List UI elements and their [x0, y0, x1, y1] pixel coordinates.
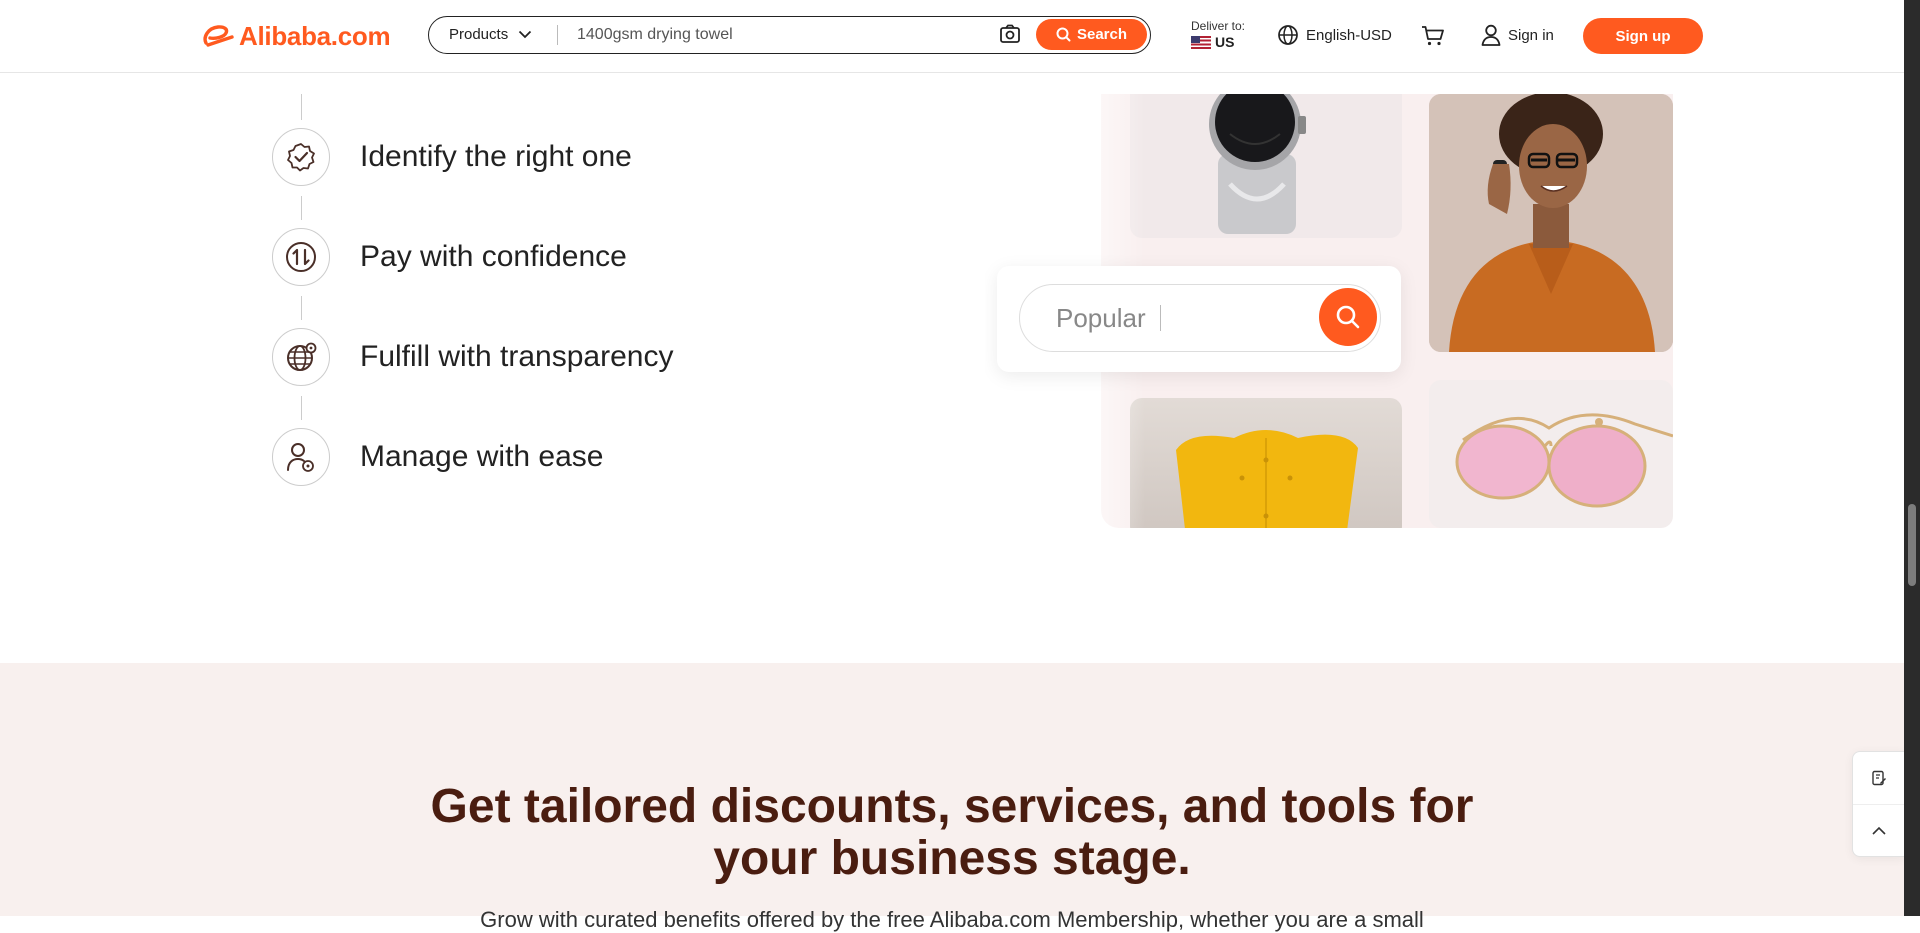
- section-subtext: Grow with curated benefits offered by th…: [480, 907, 1424, 932]
- timeline-line: [301, 94, 302, 120]
- cart-icon[interactable]: [1421, 25, 1445, 47]
- scrollbar-thumb[interactable]: [1908, 504, 1916, 586]
- exchange-icon: [272, 228, 330, 286]
- headline-line-2: your business stage.: [713, 832, 1191, 885]
- woman-on-phone-image: [1429, 94, 1673, 352]
- products-label: Products: [449, 26, 509, 43]
- chevron-up-icon: [1872, 826, 1886, 835]
- sign-in-link[interactable]: Sign in: [1481, 24, 1554, 46]
- back-to-top-button[interactable]: [1853, 804, 1905, 857]
- chevron-down-icon: [519, 30, 532, 39]
- step-label: Fulfill with transparency: [360, 340, 674, 373]
- globe-icon: [272, 328, 330, 386]
- collage-search-input: Popular: [1019, 284, 1381, 352]
- step-label: Manage with ease: [360, 440, 604, 473]
- user-icon: [1481, 24, 1501, 46]
- step-label: Pay with confidence: [360, 240, 627, 273]
- alibaba-logo-icon: [203, 25, 234, 47]
- products-dropdown[interactable]: Products: [449, 17, 532, 52]
- badge-check-icon: [272, 128, 330, 186]
- collage-search-placeholder: Popular: [1056, 302, 1146, 333]
- headline-line-1: Get tailored discounts, services, and to…: [430, 780, 1474, 833]
- yellow-chair-image: [1130, 398, 1402, 528]
- sign-in-label: Sign in: [1508, 26, 1554, 44]
- alibaba-logo[interactable]: Alibaba.com: [202, 18, 391, 54]
- camera-icon[interactable]: [999, 23, 1021, 45]
- sign-up-button[interactable]: Sign up: [1583, 18, 1703, 54]
- text-caret: [1159, 305, 1162, 331]
- search-bar: Products 1400gsm drying towel Search: [428, 16, 1151, 54]
- timeline-line: [301, 196, 302, 220]
- deliver-country: US: [1191, 34, 1245, 50]
- collage-search-button: [1319, 288, 1377, 346]
- membership-section: Get tailored discounts, services, and to…: [0, 663, 1904, 932]
- page-scrollbar[interactable]: [1904, 0, 1920, 916]
- deliver-country-code: US: [1215, 34, 1235, 50]
- collage-search-card: Popular: [997, 266, 1401, 372]
- top-header: Alibaba.com Products 1400gsm drying towe…: [0, 0, 1904, 73]
- logo-text: Alibaba.com: [239, 20, 391, 51]
- search-icon: [1336, 305, 1360, 329]
- floating-side-widget: [1852, 751, 1905, 857]
- globe-icon: [1278, 25, 1298, 45]
- feedback-icon: [1872, 770, 1886, 786]
- collage-search-text: Popular: [1056, 285, 1162, 351]
- search-icon: [1056, 27, 1071, 42]
- deliver-to[interactable]: Deliver to: US: [1191, 18, 1245, 50]
- timeline-line: [301, 296, 302, 320]
- step-identify: Identify the right one: [272, 128, 632, 186]
- language-selector[interactable]: English-USD: [1277, 24, 1392, 46]
- step-label: Identify the right one: [360, 140, 632, 173]
- timeline-line: [301, 396, 302, 420]
- step-pay: Pay with confidence: [272, 228, 627, 286]
- language-label: English-USD: [1306, 26, 1392, 44]
- deliver-label: Deliver to:: [1191, 19, 1246, 33]
- user-settings-icon: [272, 428, 330, 486]
- feedback-button[interactable]: [1853, 752, 1905, 804]
- step-manage: Manage with ease: [272, 428, 604, 486]
- section-headline: Get tailored discounts, services, and to…: [0, 781, 1904, 885]
- search-input[interactable]: 1400gsm drying towel: [577, 17, 733, 52]
- search-button[interactable]: Search: [1036, 19, 1147, 50]
- us-flag-icon: [1191, 35, 1211, 49]
- pink-sunglasses-image: [1429, 380, 1673, 528]
- step-fulfill: Fulfill with transparency: [272, 328, 673, 386]
- search-button-label: Search: [1076, 26, 1128, 43]
- search-divider: [557, 25, 558, 45]
- smartwatch-image: [1130, 94, 1402, 238]
- product-collage: Popular: [985, 94, 1673, 528]
